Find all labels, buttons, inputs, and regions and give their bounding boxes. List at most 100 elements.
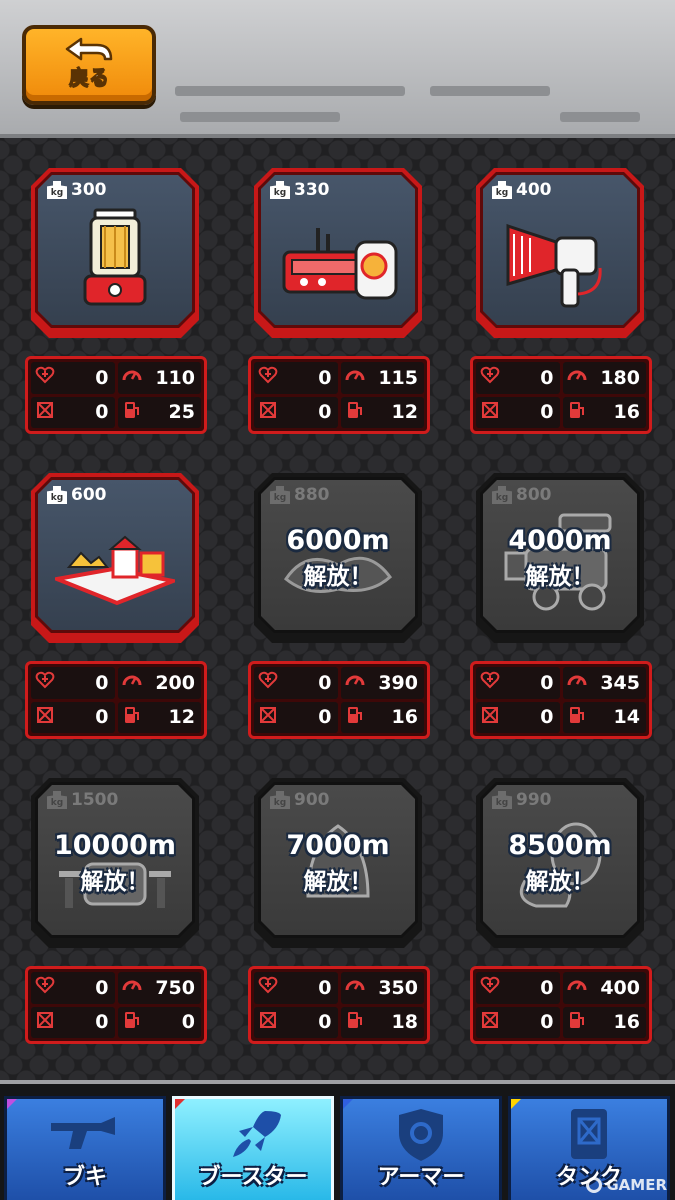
- shield-gear-icon: [399, 1109, 443, 1161]
- health-icon: [258, 975, 278, 1000]
- stat-health: 0: [476, 362, 560, 394]
- weight-icon: kg: [270, 486, 290, 504]
- rocket-icon: [233, 1111, 281, 1157]
- stat-fuel: 14: [562, 701, 646, 733]
- stats-panel: 0 180 0 16: [470, 356, 652, 434]
- weight-label: kg 800: [492, 485, 552, 505]
- watermark-text: GAMER: [606, 1176, 667, 1194]
- speed-gauge-icon: [567, 365, 587, 390]
- stat-health: 0: [254, 362, 338, 394]
- booster-item-tile[interactable]: kg 800 4000m 解放！: [470, 473, 675, 648]
- stat-speed-value: 180: [600, 366, 640, 389]
- stat-armor-value: 0: [540, 1011, 554, 1034]
- stat-health-value: 0: [318, 366, 332, 389]
- back-button[interactable]: 戻る: [22, 25, 156, 105]
- armor-icon: [258, 705, 278, 730]
- armor-icon: [35, 1010, 55, 1035]
- speed-gauge-icon: [122, 975, 142, 1000]
- armor-icon: [480, 1010, 500, 1035]
- stat-armor-value: 0: [540, 706, 554, 729]
- tab-weapon[interactable]: ブキ: [4, 1096, 166, 1200]
- header-groove: [180, 112, 340, 122]
- booster-item-tile[interactable]: kg 880 6000m 解放！: [248, 473, 472, 648]
- stat-armor: 0: [31, 396, 115, 428]
- stat-armor-value: 0: [318, 401, 332, 424]
- booster-card: kg 400 0 180 0 16: [470, 168, 675, 458]
- weight-label: kg 330: [270, 180, 330, 200]
- watermark: GAMER: [586, 1176, 667, 1194]
- stat-fuel: 16: [562, 396, 646, 428]
- weight-icon: kg: [270, 181, 290, 199]
- booster-item-tile[interactable]: kg 600: [25, 473, 249, 648]
- stat-health: 0: [254, 667, 338, 699]
- stat-fuel-value: 16: [613, 1011, 640, 1034]
- weight-label: kg 880: [270, 485, 330, 505]
- health-icon: [480, 670, 500, 695]
- tab-armor[interactable]: アーマー: [340, 1096, 502, 1200]
- speed-gauge-icon: [345, 975, 365, 1000]
- booster-item-tile[interactable]: kg 300: [25, 168, 249, 343]
- stat-fuel-value: 12: [391, 401, 418, 424]
- unlock-text: 解放！: [303, 564, 373, 590]
- gun-icon: [51, 1117, 115, 1149]
- tab-label: ブースター: [198, 1165, 308, 1190]
- stats-panel: 0 750 0 0: [25, 966, 207, 1044]
- stat-fuel: 16: [562, 1006, 646, 1038]
- tab-corner-marker: [511, 1099, 523, 1111]
- tab-corner-marker: [175, 1099, 187, 1111]
- weight-label: kg 300: [47, 180, 107, 200]
- booster-item-tile[interactable]: kg 1500 10000m 解放！: [25, 778, 249, 953]
- stats-panel: 0 110 0 25: [25, 356, 207, 434]
- stats-panel: 0 390 0 16: [248, 661, 430, 739]
- unlock-requirement: 7000m 解放！: [258, 828, 418, 900]
- top-bar: 戻る: [0, 0, 675, 138]
- stat-armor: 0: [476, 396, 560, 428]
- unlock-distance: 7000m: [286, 830, 390, 861]
- stat-armor-value: 0: [540, 401, 554, 424]
- stat-fuel: 12: [117, 701, 201, 733]
- speed-gauge-icon: [345, 365, 365, 390]
- fuel-icon: [345, 705, 365, 730]
- tab-booster[interactable]: ブースター: [172, 1096, 334, 1200]
- fuel-icon: [567, 400, 587, 425]
- tab-label: ブキ: [62, 1165, 107, 1190]
- stat-fuel-value: 18: [391, 1011, 418, 1034]
- speed-gauge-icon: [122, 670, 142, 695]
- weight-label: kg 990: [492, 790, 552, 810]
- stat-fuel-value: 0: [181, 1011, 195, 1034]
- stat-speed: 750: [117, 972, 201, 1004]
- stat-health: 0: [476, 972, 560, 1004]
- fuel-icon: [345, 400, 365, 425]
- booster-item-tile[interactable]: kg 990 8500m 解放！: [470, 778, 675, 953]
- stat-speed-value: 750: [155, 976, 195, 999]
- stat-speed: 345: [562, 667, 646, 699]
- booster-card: kg 600 0 200 0 12: [25, 473, 249, 763]
- stat-speed: 200: [117, 667, 201, 699]
- stats-panel: 0 345 0 14: [470, 661, 652, 739]
- booster-item-tile[interactable]: kg 400: [470, 168, 675, 343]
- speed-gauge-icon: [122, 365, 142, 390]
- fuel-icon: [122, 705, 142, 730]
- armor-icon: [258, 1010, 278, 1035]
- booster-item-tile[interactable]: kg 900 7000m 解放！: [248, 778, 472, 953]
- unlock-text: 解放！: [525, 564, 595, 590]
- speed-gauge-icon: [567, 670, 587, 695]
- gamer-logo-icon: [586, 1177, 603, 1193]
- weight-value: 300: [71, 180, 107, 200]
- stat-fuel-value: 12: [168, 706, 195, 729]
- unlock-text: 解放！: [80, 869, 150, 895]
- weight-value: 330: [294, 180, 330, 200]
- stat-fuel-value: 16: [613, 401, 640, 424]
- unlock-requirement: 4000m 解放！: [480, 523, 640, 595]
- header-groove: [175, 86, 405, 96]
- health-icon: [258, 670, 278, 695]
- stat-armor: 0: [476, 701, 560, 733]
- armor-icon: [258, 400, 278, 425]
- stat-speed-value: 110: [155, 366, 195, 389]
- stats-panel: 0 350 0 18: [248, 966, 430, 1044]
- booster-item-tile[interactable]: kg 330: [248, 168, 472, 343]
- stat-armor: 0: [476, 1006, 560, 1038]
- booster-card: kg 1500 10000m 解放！ 0 750 0 0: [25, 778, 249, 1068]
- armor-icon: [480, 705, 500, 730]
- stats-panel: 0 115 0 12: [248, 356, 430, 434]
